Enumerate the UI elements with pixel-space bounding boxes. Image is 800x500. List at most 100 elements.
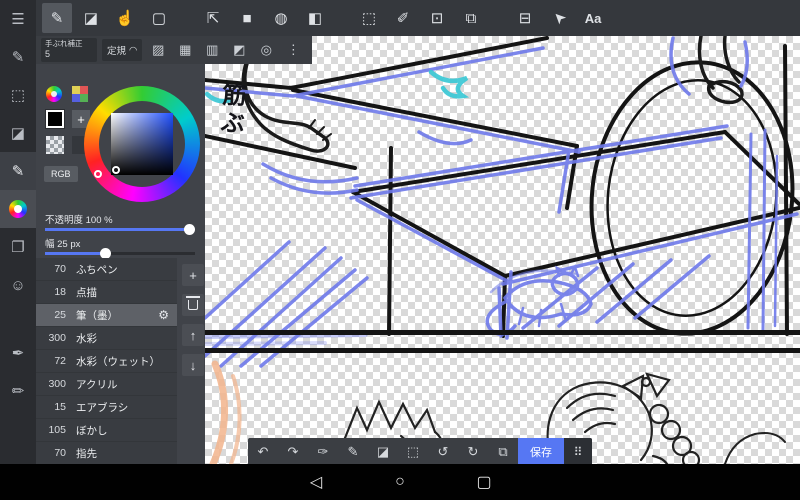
brush-name: エアブラシ (76, 401, 129, 414)
saturation-value-square[interactable] (111, 113, 173, 175)
recents-square-icon: ▢ (476, 474, 492, 491)
deselect-icon: ⬚ (406, 444, 420, 459)
nav-home-button[interactable]: ○ (382, 473, 418, 491)
tone-half-button[interactable]: ◩ (228, 39, 250, 61)
arrow-down-icon: ↓ (189, 357, 197, 373)
eyedropper-button[interactable]: ✑ (308, 438, 338, 466)
arrow-up-icon: ↑ (189, 327, 197, 343)
tone-lines-button[interactable]: ▥ (201, 39, 223, 61)
color-grid-mode-icon[interactable] (72, 86, 88, 102)
edit-icon: ✎ (11, 49, 25, 66)
select-tool-button[interactable]: ⬚ (354, 3, 384, 33)
bucket-tool-button[interactable]: ◍ (266, 3, 296, 33)
panel-divide-tool-button[interactable]: ⊟ (510, 3, 540, 33)
brush-size: 300 (48, 378, 66, 390)
opacity-knob[interactable] (184, 224, 195, 235)
pen-tool-button[interactable]: ✎ (42, 3, 72, 33)
add-brush-button[interactable]: + (182, 264, 204, 286)
eraser-tool-button[interactable]: ◪ (76, 3, 106, 33)
select-pen-tool-button[interactable]: ✐ (388, 3, 418, 33)
rgb-mode-button[interactable]: RGB (44, 166, 78, 182)
tone-diagonal-icon: ▨ (152, 42, 165, 57)
canvas-handwriting: 筋ぶ (215, 81, 246, 139)
nav-recents-button[interactable]: ▢ (466, 472, 502, 492)
export-icon: ⧉ (498, 444, 508, 459)
rotate-ccw-button[interactable]: ↺ (428, 438, 458, 466)
tone-grid-button[interactable]: ▦ (174, 39, 196, 61)
brush-row[interactable]: 300 水彩 (36, 327, 177, 350)
fill-rect-tool-button[interactable]: ■ (232, 3, 262, 33)
brush-settings-gear-icon[interactable]: ⚙ (158, 308, 169, 322)
select-move-tool-button[interactable]: ⧉ (456, 3, 486, 33)
brush-size: 300 (48, 332, 66, 344)
drawing-canvas[interactable]: 筋ぶ (205, 36, 800, 464)
tone-circle-button[interactable]: ◎ (255, 39, 277, 61)
save-button[interactable]: 保存 (518, 438, 564, 466)
stabilizer-button[interactable]: 手ぶれ補正 5 (41, 38, 97, 62)
brush-row[interactable]: 15 エアブラシ (36, 396, 177, 419)
brush-row[interactable]: 72 水彩（ウェット） (36, 350, 177, 373)
trash-icon (186, 296, 200, 310)
sidebar-select-button[interactable]: ⬚ (0, 76, 36, 114)
quick-action-bar: ↶ ↷ ✑ ✎ ◪ ⬚ ↺ ↻ ⧉ 保存 ⠿ (248, 438, 592, 466)
width-slider[interactable] (45, 248, 195, 259)
palette-icon (9, 200, 27, 218)
rotate-cw-button[interactable]: ↻ (458, 438, 488, 466)
brush-row-selected[interactable]: 25 筆（墨） ⚙ (36, 304, 177, 327)
operation-tool-button[interactable]: ➤ (544, 3, 574, 33)
undo-button[interactable]: ↶ (248, 438, 278, 466)
stabilizer-value: 5 (45, 49, 51, 60)
brush-row[interactable]: 70 ふちペン (36, 258, 177, 281)
grid-dots-icon: ⠿ (573, 445, 583, 459)
move-brush-up-button[interactable]: ↑ (182, 324, 204, 346)
sidebar-eraser-button[interactable]: ◪ (0, 114, 36, 152)
sv-selector-dot[interactable] (112, 166, 120, 174)
select-edit-tool-button[interactable]: ⊡ (422, 3, 452, 33)
brush-size: 70 (54, 447, 66, 459)
drag-handle-button[interactable]: ⠿ (564, 438, 592, 466)
opacity-slider[interactable] (45, 224, 195, 235)
move-brush-down-button[interactable]: ↓ (182, 354, 204, 376)
sidebar-menu-button[interactable]: ☰ (0, 0, 36, 38)
shape-tool-button[interactable]: ▢ (144, 3, 174, 33)
hue-wheel[interactable] (84, 86, 200, 202)
tone-half-icon: ◩ (233, 42, 246, 57)
text-tool-icon: Aa (584, 10, 602, 26)
sidebar-pen-button[interactable]: ✎ (0, 152, 36, 190)
brush-row[interactable]: 70 指先 (36, 442, 177, 465)
smiley-icon: ☺ (10, 276, 26, 294)
overflow-menu-button[interactable]: ⋮ (282, 39, 304, 61)
left-sidebar: ☰ ✎ ⬚ ◪ ✎ ❐ ☺ ✒ ✏ (0, 0, 36, 464)
sidebar-stylus-button[interactable]: ✒ (0, 334, 36, 372)
sidebar-layers-button[interactable]: ❐ (0, 228, 36, 266)
brush-row[interactable]: 18 点描 (36, 281, 177, 304)
gradient-tool-button[interactable]: ◧ (300, 3, 330, 33)
pen-button[interactable]: ✎ (338, 438, 368, 466)
eraser-button[interactable]: ◪ (368, 438, 398, 466)
sidebar-palette-button[interactable] (0, 190, 36, 228)
delete-brush-button[interactable] (182, 294, 204, 316)
redo-button[interactable]: ↷ (278, 438, 308, 466)
sidebar-edit-button[interactable]: ✎ (0, 38, 36, 76)
tone-lines-icon: ▥ (206, 42, 219, 57)
brush-row[interactable]: 300 アクリル (36, 373, 177, 396)
move-tool-button[interactable]: ⇱ (198, 3, 228, 33)
transparent-color-swatch[interactable] (46, 136, 64, 154)
home-circle-icon: ○ (395, 473, 405, 490)
current-color-swatch[interactable] (45, 109, 65, 129)
fill-rect-icon: ■ (242, 9, 252, 27)
nav-back-button[interactable]: ◁ (298, 472, 334, 492)
export-button[interactable]: ⧉ (488, 438, 518, 466)
eraser-icon: ◪ (376, 444, 390, 459)
sidebar-brush-button[interactable]: ✏ (0, 372, 36, 410)
hue-selector-dot[interactable] (94, 170, 102, 178)
ruler-button[interactable]: 定規 ◠ (102, 39, 143, 61)
tone-diagonal-button[interactable]: ▨ (147, 39, 169, 61)
brush-row[interactable]: 105 ぼかし (36, 419, 177, 442)
color-wheel-mode-icon[interactable] (46, 86, 62, 102)
sidebar-sticker-button[interactable]: ☺ (0, 266, 36, 304)
hand-tool-button[interactable]: ☝ (110, 3, 140, 33)
deselect-button[interactable]: ⬚ (398, 438, 428, 466)
brush-name: 指先 (76, 447, 97, 460)
text-tool-button[interactable]: Aa (578, 3, 608, 33)
